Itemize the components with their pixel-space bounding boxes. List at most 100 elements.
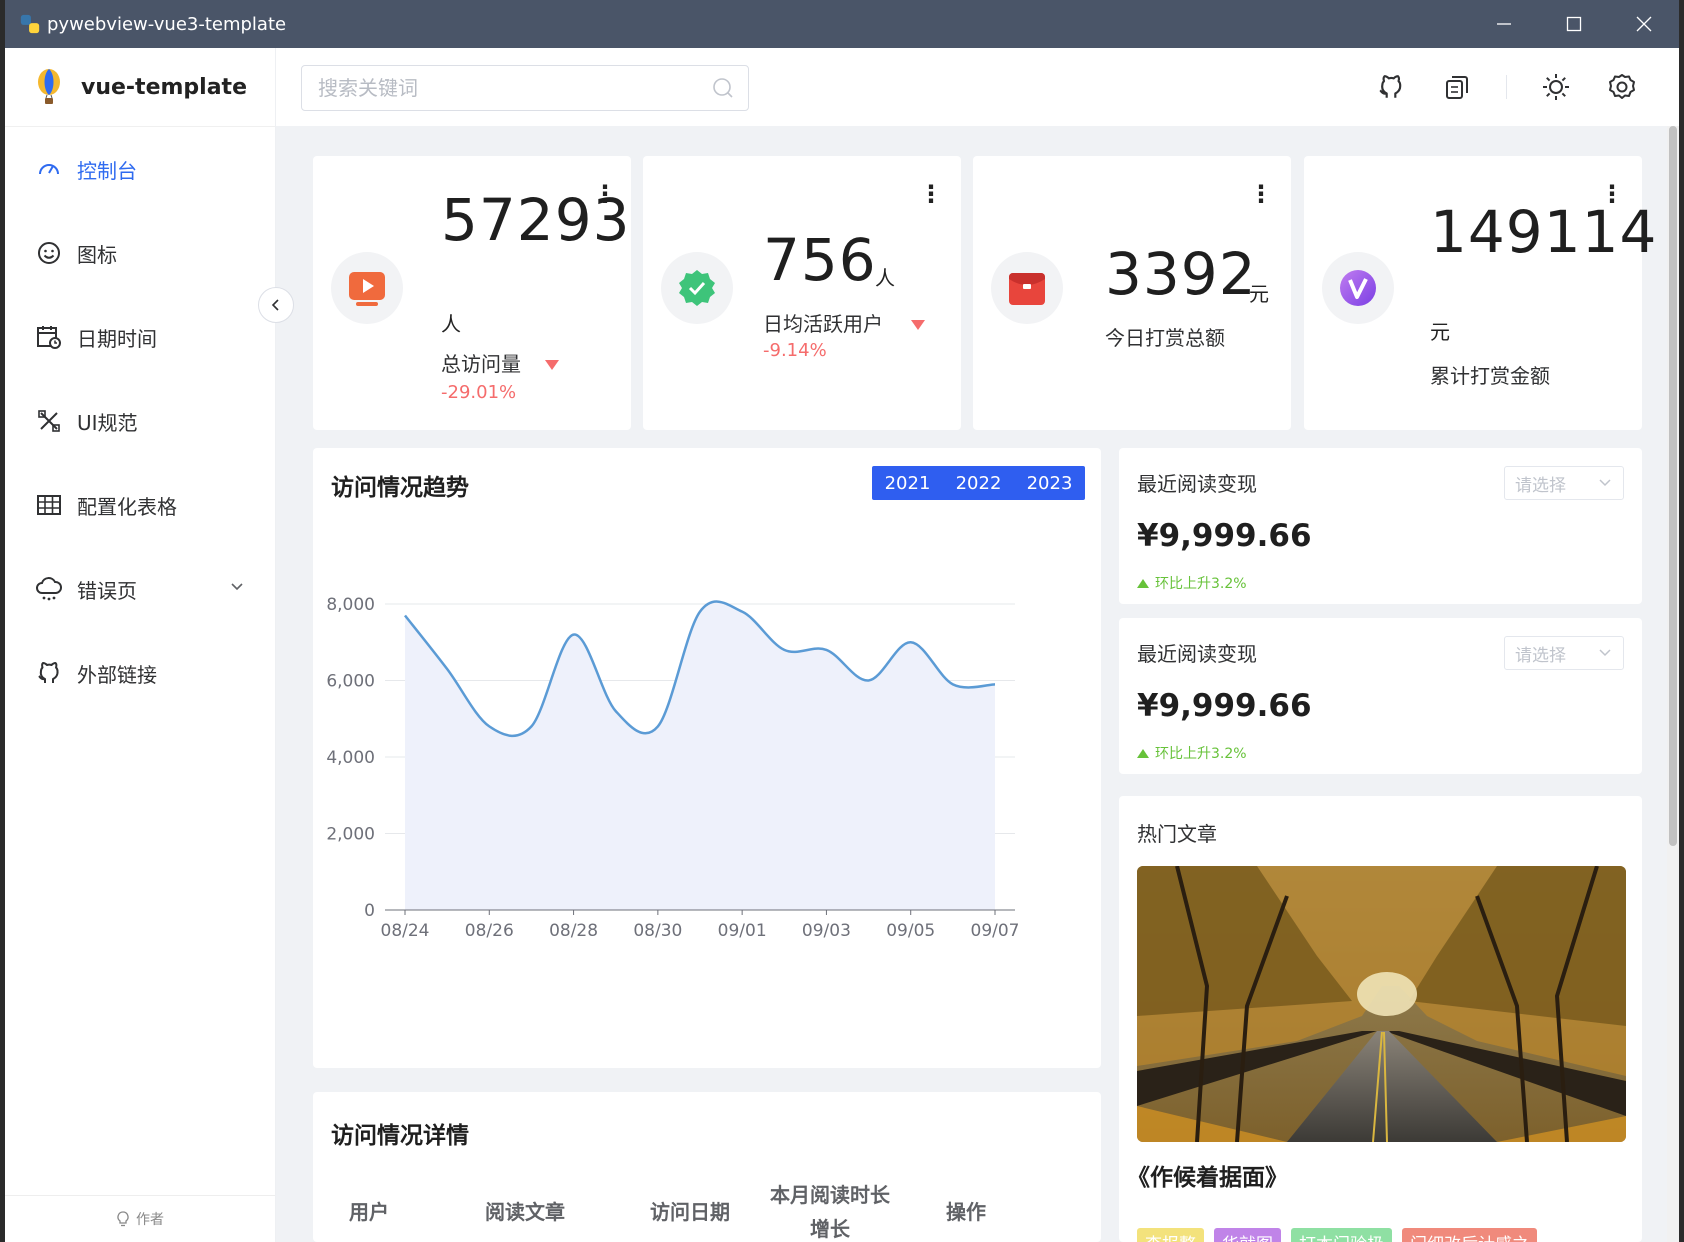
visit-trend-card: 访问情况趋势 2021 2022 2023 0 2,000 4,000 6,000 8,… (313, 448, 1101, 1068)
copy-icon (1446, 76, 1468, 99)
sidebar-item-config-table[interactable]: 配置化表格 (5, 463, 275, 547)
y-tick-label: 8,000 (326, 595, 375, 615)
minimize-button[interactable] (1469, 0, 1539, 48)
logo-row[interactable]: vue-template (5, 48, 275, 127)
stat-unit: 元 (1430, 320, 1450, 344)
chevron-down-icon (1599, 649, 1611, 657)
page-scrollbar[interactable] (1667, 126, 1679, 1242)
sidebar-item-external-link[interactable]: 外部链接 (5, 631, 275, 715)
stat-icon-wrap (661, 252, 733, 324)
dashboard-icon (35, 155, 63, 183)
sidebar-item-ui-spec[interactable]: UI规范 (5, 379, 275, 463)
stat-card-daily-active: ⋮ 756 人 日均活跃用户 -9.14% (643, 156, 961, 430)
chevron-left-icon (271, 299, 279, 311)
x-tick-label: 08/30 (633, 921, 682, 941)
x-tick-label: 09/05 (886, 921, 935, 941)
article-title[interactable]: 《作候着据面》 (1127, 1158, 1288, 1192)
y-tick-label: 0 (364, 901, 375, 921)
sidebar-item-label: 图标 (77, 242, 117, 267)
x-tick-label: 09/03 (802, 921, 851, 941)
article-tag[interactable]: 华就图 (1214, 1228, 1281, 1242)
details-table-header: 用户 阅读文章 访问日期 本月阅读时长增长 操作 (313, 1172, 1101, 1242)
hot-articles-title: 热门文章 (1137, 822, 1217, 846)
x-tick-label: 09/01 (718, 921, 767, 941)
sidebar-item-label: 日期时间 (77, 326, 157, 351)
sidebar-item-datetime[interactable]: 日期时间 (5, 295, 275, 379)
top-header (276, 48, 1679, 126)
stat-label: 今日打赏总额 (1105, 326, 1225, 350)
github-link-button[interactable] (1374, 70, 1408, 104)
stat-value: 149114 (1430, 198, 1658, 266)
title-bar: pywebview-vue3-template (5, 0, 1679, 48)
sidebar-item-error-pages[interactable]: 错误页 (5, 547, 275, 631)
search-icon[interactable] (712, 77, 734, 99)
column-header-article[interactable]: 阅读文章 (425, 1172, 625, 1242)
x-tick-label: 08/26 (465, 921, 514, 941)
article-tag[interactable]: 查报整 (1137, 1228, 1204, 1242)
sidebar-item-label: 控制台 (77, 158, 137, 183)
stat-value: 57293 (441, 186, 631, 254)
stat-label: 日均活跃用户 (763, 312, 883, 336)
sidebar-item-icons[interactable]: 图标 (5, 211, 275, 295)
close-button[interactable] (1609, 0, 1679, 48)
sidebar-item-label: 配置化表格 (77, 494, 177, 519)
table-icon (35, 491, 63, 519)
more-options-icon[interactable]: ⋮ (919, 182, 943, 206)
income-amount: ¥9,999.66 (1137, 518, 1312, 554)
more-options-icon[interactable]: ⋮ (1249, 182, 1273, 206)
article-tag[interactable]: 门细改后计感之 (1402, 1228, 1537, 1242)
y-tick-label: 4,000 (326, 748, 375, 768)
calendar-icon (35, 323, 63, 351)
y-tick-label: 6,000 (326, 672, 375, 692)
column-header-read-growth[interactable]: 本月阅读时长增长 (769, 1172, 891, 1242)
scrollbar-thumb[interactable] (1669, 126, 1677, 846)
hot-articles-card: 热门文章 《作候着据面》 (1119, 796, 1642, 1242)
y-tick-label: 2,000 (326, 825, 375, 845)
period-select[interactable]: 请选择 (1504, 636, 1624, 670)
down-trend-icon (911, 320, 925, 330)
stat-value: 756 (763, 226, 877, 294)
main-content: ⋮ 57293 人 总访问量 -29.01% ⋮ 756 人 日均活跃用户 -9… (276, 126, 1679, 1242)
header-divider (1506, 75, 1507, 99)
sidebar-item-label: 外部链接 (77, 662, 157, 687)
sidebar-menu: 控制台 图标 日期时间 UI规范 配置化表格 错误页 外部链接 (5, 127, 275, 715)
column-header-actions[interactable]: 操作 (891, 1172, 1041, 1242)
article-tag[interactable]: 打本门验极 (1291, 1228, 1392, 1242)
series-area (405, 601, 995, 910)
sidebar-item-dashboard[interactable]: 控制台 (5, 127, 275, 211)
column-header-user[interactable]: 用户 (313, 1172, 425, 1242)
balloon-logo-icon (38, 69, 60, 104)
theme-toggle-button[interactable] (1539, 70, 1573, 104)
visit-details-card: 访问情况详情 用户 阅读文章 访问日期 本月阅读时长增长 操作 (313, 1092, 1101, 1242)
search-input[interactable] (316, 75, 712, 101)
stat-value: 3392 (1105, 240, 1257, 308)
article-tags: 查报整 华就图 打本门验极 门细改后计感之 (1137, 1228, 1547, 1242)
x-tick-label: 09/07 (971, 921, 1020, 941)
period-select[interactable]: 请选择 (1504, 466, 1624, 500)
docs-button[interactable] (1440, 70, 1474, 104)
app-window: pywebview-vue3-template vue-template 控制台… (5, 0, 1679, 1242)
python-app-icon (20, 14, 40, 34)
stat-unit: 元 (1249, 282, 1269, 306)
income-trend-text: 环比上升3.2% (1155, 746, 1247, 762)
income-card: 最近阅读变现 请选择 ¥9,999.66 环比上升3.2% (1119, 618, 1642, 774)
visit-details-title: 访问情况详情 (331, 1123, 469, 1149)
collapse-sidebar-button[interactable] (258, 287, 294, 323)
brand-name: vue-template (81, 74, 247, 100)
up-trend-icon (1137, 748, 1149, 758)
stat-card-today-rewards: ⋮ 3392 元 今日打赏总额 (973, 156, 1291, 430)
income-trend-text: 环比上升3.2% (1155, 576, 1247, 592)
maximize-button[interactable] (1539, 0, 1609, 48)
settings-button[interactable] (1605, 70, 1639, 104)
settings-icon (1609, 74, 1635, 99)
search-box[interactable] (301, 65, 749, 111)
select-placeholder: 请选择 (1515, 475, 1566, 496)
stat-icon-wrap (1322, 252, 1394, 324)
article-cover-image[interactable] (1137, 866, 1626, 1142)
author-link[interactable]: 作者 (5, 1195, 275, 1242)
stat-label: 累计打赏金额 (1430, 364, 1550, 388)
select-placeholder: 请选择 (1515, 645, 1566, 666)
close-icon (1636, 16, 1652, 32)
column-header-date[interactable]: 访问日期 (625, 1172, 755, 1242)
stat-label: 总访问量 (441, 352, 521, 376)
